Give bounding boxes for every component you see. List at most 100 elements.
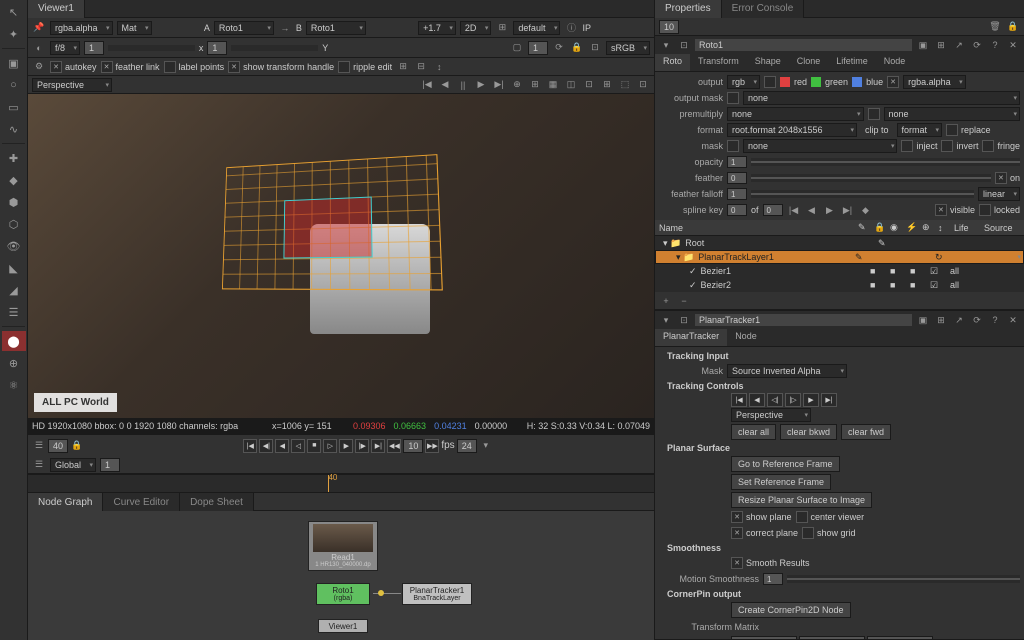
tool-diamond[interactable]: ◆ bbox=[2, 170, 26, 190]
timeline-track[interactable]: 40 bbox=[28, 474, 654, 492]
tool-lines[interactable]: ☰ bbox=[2, 302, 26, 322]
tool-star[interactable]: ✦ bbox=[2, 24, 26, 44]
opacity-input[interactable]: 1 bbox=[727, 156, 747, 168]
refresh-icon[interactable]: ⟳ bbox=[552, 41, 566, 55]
trash-icon[interactable]: 🗑 bbox=[988, 20, 1002, 34]
step-back-button[interactable]: ◀ bbox=[275, 439, 289, 453]
format-select[interactable]: root.format 2048x1556 bbox=[727, 123, 857, 137]
pin-icon[interactable]: 📌 bbox=[32, 21, 46, 35]
menu-icon[interactable]: ☰ bbox=[32, 439, 46, 453]
tool-eye[interactable]: 👁 bbox=[2, 236, 26, 256]
perspective-select[interactable]: Perspective bbox=[32, 78, 112, 92]
grid-icon[interactable]: ⊞ bbox=[495, 21, 509, 35]
tab-node[interactable]: Node bbox=[876, 54, 914, 71]
layer-row[interactable]: ✓Bezier1 ■■■ ☑all bbox=[655, 264, 1024, 278]
roto-name[interactable]: Roto1 bbox=[695, 39, 912, 51]
autokey-check[interactable]: autokey bbox=[50, 61, 97, 73]
tool-select[interactable]: ▣ bbox=[2, 53, 26, 73]
input-a-select[interactable]: Roto1 bbox=[214, 21, 274, 35]
track-first[interactable]: |◀ bbox=[731, 393, 747, 407]
prev-key-button[interactable]: ◀| bbox=[259, 439, 273, 453]
play-button[interactable]: ▷ bbox=[323, 439, 337, 453]
node-graph[interactable]: Read1 1 HR130_040000.dp Roto1 (rgba) Pla… bbox=[28, 511, 654, 640]
resize-button[interactable]: Resize Planar Surface to Image bbox=[731, 492, 872, 508]
set-ref-button[interactable]: Set Reference Frame bbox=[731, 474, 831, 490]
node-tracker[interactable]: PlanarTracker1 BnaTrackLayer bbox=[402, 583, 472, 605]
node-roto[interactable]: Roto1 (rgba) bbox=[316, 583, 370, 605]
clear-all-button[interactable]: clear all bbox=[731, 424, 776, 440]
tab-roto[interactable]: Roto bbox=[655, 54, 690, 71]
channel-select[interactable]: rgba.alpha bbox=[50, 21, 113, 35]
tool-cube[interactable]: ⬢ bbox=[2, 192, 26, 212]
opacity-slider[interactable] bbox=[751, 158, 1020, 166]
step-fwd-button[interactable]: ▶ bbox=[339, 439, 353, 453]
feather-slider[interactable] bbox=[751, 174, 991, 182]
next-key-button[interactable]: |▶ bbox=[355, 439, 369, 453]
fps-input[interactable]: 24 bbox=[457, 439, 477, 453]
feather-input[interactable]: 0 bbox=[727, 172, 747, 184]
exposure-input[interactable]: 1 bbox=[84, 41, 104, 55]
tool-atom[interactable]: ⚛ bbox=[2, 375, 26, 395]
chevron-down-icon[interactable]: ▾ bbox=[659, 38, 673, 52]
clear-fwd-button[interactable]: clear fwd bbox=[841, 424, 891, 440]
feather-link-check[interactable]: feather link bbox=[101, 61, 160, 73]
tool-rect[interactable]: ▭ bbox=[2, 97, 26, 117]
tab-transform[interactable]: Transform bbox=[690, 54, 747, 71]
tab-dope[interactable]: Dope Sheet bbox=[180, 493, 254, 511]
matte-select[interactable]: Mat bbox=[117, 21, 152, 35]
track-fwd[interactable]: ▶ bbox=[803, 393, 819, 407]
remove-icon[interactable]: − bbox=[677, 294, 691, 308]
tab-clone[interactable]: Clone bbox=[789, 54, 829, 71]
tool-globe[interactable]: ⊕ bbox=[2, 353, 26, 373]
tool-curve[interactable]: ∿ bbox=[2, 119, 26, 139]
tool-cube2[interactable]: ⬡ bbox=[2, 214, 26, 234]
tab-curve[interactable]: Curve Editor bbox=[103, 493, 180, 511]
viewer-tab[interactable]: Viewer1 bbox=[28, 0, 85, 18]
show-transform-check[interactable]: show transform handle bbox=[228, 61, 334, 73]
tab-shape[interactable]: Shape bbox=[747, 54, 789, 71]
input-b-select[interactable]: Roto1 bbox=[306, 21, 366, 35]
fstop-icon[interactable]: ◐ bbox=[32, 41, 46, 55]
lock-icon[interactable]: 🔒 bbox=[1006, 20, 1020, 34]
tab-properties[interactable]: Properties bbox=[655, 0, 722, 18]
play-back-button[interactable]: ◁ bbox=[291, 439, 305, 453]
gamma-input[interactable]: 1 bbox=[207, 41, 227, 55]
ripple-check[interactable]: ripple edit bbox=[338, 61, 392, 73]
lock-icon[interactable]: 🔒 bbox=[70, 439, 84, 453]
last-button[interactable]: ▶| bbox=[371, 439, 385, 453]
tool-active[interactable]: ⬤ bbox=[2, 331, 26, 351]
box-icon[interactable]: ▢ bbox=[510, 41, 524, 55]
stop-button[interactable]: ■ bbox=[307, 439, 321, 453]
default-select[interactable]: default bbox=[513, 21, 560, 35]
falloff-slider[interactable] bbox=[751, 190, 974, 198]
track-stepfwd[interactable]: |▷ bbox=[785, 393, 801, 407]
dim-select[interactable]: 2D bbox=[460, 21, 492, 35]
gear-icon[interactable]: ⚙ bbox=[32, 60, 46, 74]
layer-row[interactable]: ▾ 📁Root ✎ bbox=[655, 236, 1024, 250]
track-back[interactable]: ◀ bbox=[749, 393, 765, 407]
lock-icon[interactable]: 🔒 bbox=[570, 41, 584, 55]
layer-row[interactable]: ▾ 📁PlanarTrackLayer1 ✎↻ bbox=[655, 250, 1024, 264]
motion-smooth-input[interactable]: 1 bbox=[763, 573, 783, 585]
fstop-select[interactable]: f/8 bbox=[50, 41, 80, 55]
layer-row[interactable]: ✓Bezier2 ■■■ ☑all bbox=[655, 278, 1024, 292]
tool-plus[interactable]: ✚ bbox=[2, 148, 26, 168]
alpha-select[interactable]: rgba.alpha bbox=[903, 75, 966, 89]
tool-tri[interactable]: ◣ bbox=[2, 258, 26, 278]
tool-circle[interactable]: ○ bbox=[2, 75, 26, 95]
falloff-input[interactable]: 1 bbox=[727, 188, 747, 200]
node-viewer[interactable]: Viewer1 bbox=[318, 619, 368, 633]
first-button[interactable]: |◀ bbox=[243, 439, 257, 453]
arrow-icon[interactable]: → bbox=[278, 21, 292, 35]
create-cpin-button[interactable]: Create CornerPin2D Node bbox=[731, 602, 851, 618]
start-frame[interactable]: 40 bbox=[48, 439, 68, 453]
tool-tri2[interactable]: ◢ bbox=[2, 280, 26, 300]
tab-planartracker[interactable]: PlanarTracker bbox=[655, 329, 727, 346]
stack-icon[interactable]: ⊡ bbox=[588, 41, 602, 55]
tab-lifetime[interactable]: Lifetime bbox=[828, 54, 876, 71]
tab-node[interactable]: Node bbox=[727, 329, 765, 346]
tab-error[interactable]: Error Console bbox=[722, 0, 805, 18]
tab-nodegraph[interactable]: Node Graph bbox=[28, 493, 103, 511]
label-points-check[interactable]: label points bbox=[164, 61, 225, 73]
info-icon[interactable]: ⓘ bbox=[564, 21, 578, 35]
